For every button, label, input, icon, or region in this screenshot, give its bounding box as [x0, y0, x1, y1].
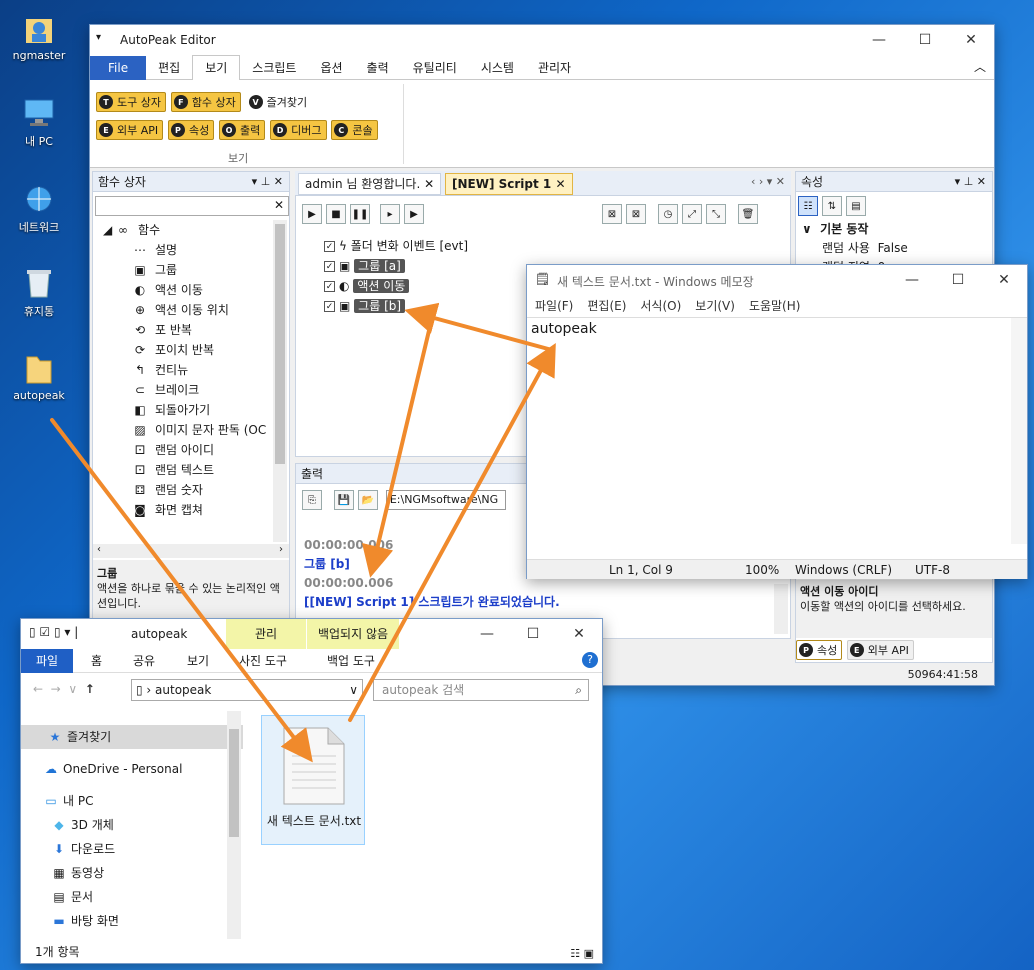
arrow-folder-to-file: [50, 418, 313, 763]
annotation-arrows: [50, 302, 556, 763]
arrow-group-to-output: [361, 316, 434, 578]
